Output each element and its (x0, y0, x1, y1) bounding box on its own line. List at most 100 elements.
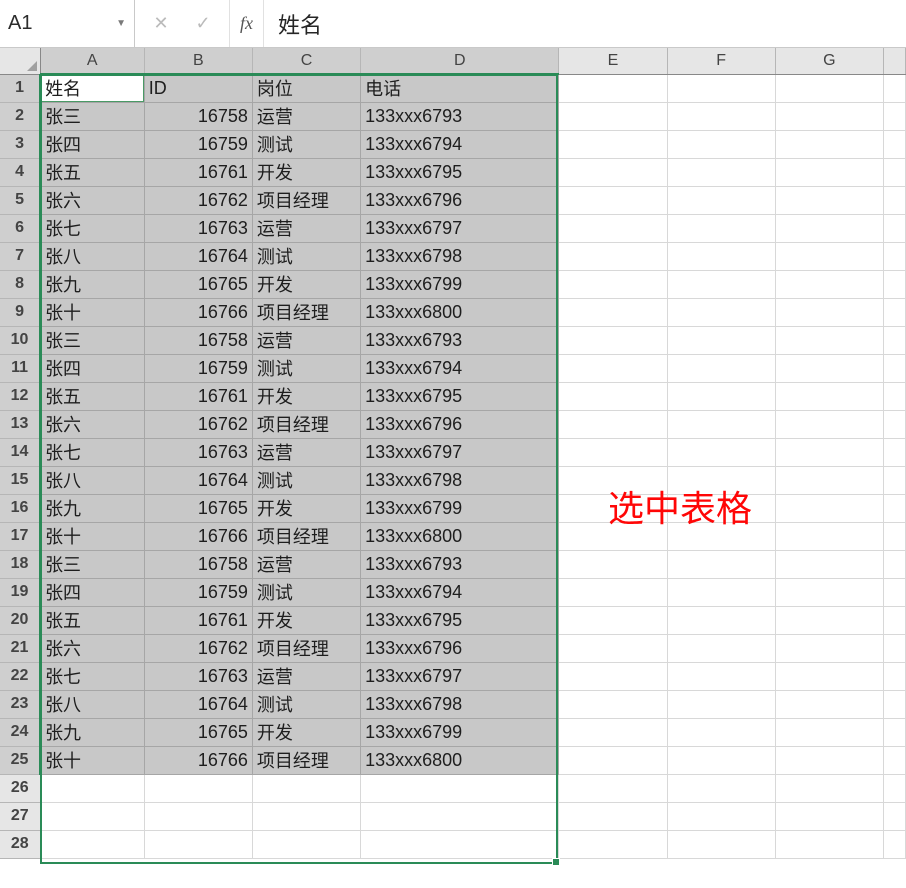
cell[interactable]: 133xxx6796 (361, 410, 559, 438)
cell[interactable]: 开发 (252, 382, 360, 410)
cell[interactable]: 133xxx6795 (361, 382, 559, 410)
cell[interactable]: 133xxx6794 (361, 578, 559, 606)
cell[interactable] (883, 578, 905, 606)
cell[interactable]: 测试 (252, 690, 360, 718)
cell[interactable]: 张四 (40, 578, 144, 606)
cell[interactable] (361, 830, 559, 858)
cell[interactable] (667, 214, 775, 242)
cell[interactable] (883, 606, 905, 634)
column-header-D[interactable]: D (361, 48, 559, 74)
cell[interactable] (775, 130, 883, 158)
cell[interactable] (559, 606, 667, 634)
row-header-12[interactable]: 12 (0, 382, 40, 410)
cell[interactable] (883, 550, 905, 578)
row-header-9[interactable]: 9 (0, 298, 40, 326)
cell[interactable] (559, 550, 667, 578)
cell[interactable]: 张八 (40, 242, 144, 270)
cell[interactable] (883, 690, 905, 718)
cell[interactable]: 张九 (40, 270, 144, 298)
cell[interactable] (883, 746, 905, 774)
cell[interactable]: 姓名 (40, 74, 144, 102)
cell[interactable] (775, 662, 883, 690)
cell[interactable] (775, 830, 883, 858)
cell[interactable] (559, 382, 667, 410)
cell[interactable] (559, 326, 667, 354)
row-header-10[interactable]: 10 (0, 326, 40, 354)
cell[interactable] (883, 74, 905, 102)
cell[interactable]: 运营 (252, 214, 360, 242)
cell[interactable] (667, 718, 775, 746)
cell[interactable]: 16759 (144, 354, 252, 382)
cell[interactable]: 项目经理 (252, 634, 360, 662)
cell[interactable]: 开发 (252, 718, 360, 746)
cell[interactable] (144, 802, 252, 830)
cell[interactable] (361, 802, 559, 830)
cell[interactable]: 项目经理 (252, 410, 360, 438)
cell[interactable] (775, 690, 883, 718)
cell[interactable] (559, 634, 667, 662)
cell[interactable]: 133xxx6793 (361, 326, 559, 354)
cell[interactable] (883, 326, 905, 354)
cell[interactable]: 16764 (144, 466, 252, 494)
cell[interactable] (883, 774, 905, 802)
cell[interactable] (559, 718, 667, 746)
cell[interactable] (559, 410, 667, 438)
cell[interactable]: 133xxx6794 (361, 354, 559, 382)
cell[interactable] (883, 662, 905, 690)
cell[interactable] (559, 774, 667, 802)
cell[interactable] (883, 830, 905, 858)
cell[interactable] (883, 466, 905, 494)
cell[interactable]: 运营 (252, 662, 360, 690)
cell[interactable]: 张十 (40, 298, 144, 326)
cell[interactable]: 133xxx6799 (361, 270, 559, 298)
cell[interactable] (559, 690, 667, 718)
cell[interactable]: 133xxx6800 (361, 746, 559, 774)
cell[interactable]: 测试 (252, 242, 360, 270)
cell[interactable]: 133xxx6793 (361, 550, 559, 578)
cell[interactable] (883, 158, 905, 186)
cell[interactable] (667, 830, 775, 858)
cell[interactable]: 16762 (144, 186, 252, 214)
row-header-5[interactable]: 5 (0, 186, 40, 214)
name-box[interactable]: A1 ▼ (0, 0, 135, 47)
column-header-A[interactable]: A (40, 48, 144, 74)
cell[interactable]: 133xxx6797 (361, 662, 559, 690)
cell[interactable]: 16764 (144, 242, 252, 270)
cell[interactable] (559, 74, 667, 102)
cell[interactable] (667, 326, 775, 354)
cell[interactable] (775, 214, 883, 242)
cell[interactable]: 张三 (40, 550, 144, 578)
cell[interactable]: 张七 (40, 214, 144, 242)
cell[interactable] (667, 550, 775, 578)
cell[interactable]: 16758 (144, 326, 252, 354)
cell[interactable]: 项目经理 (252, 746, 360, 774)
row-header-1[interactable]: 1 (0, 74, 40, 102)
cell[interactable]: 张六 (40, 186, 144, 214)
cell[interactable] (667, 802, 775, 830)
cell[interactable]: 张八 (40, 466, 144, 494)
cell[interactable] (775, 466, 883, 494)
cell[interactable] (775, 242, 883, 270)
cell[interactable]: 133xxx6793 (361, 102, 559, 130)
cell[interactable]: 16761 (144, 158, 252, 186)
cell[interactable]: 测试 (252, 130, 360, 158)
cell[interactable]: 16762 (144, 410, 252, 438)
cell[interactable]: 项目经理 (252, 522, 360, 550)
cell[interactable] (775, 354, 883, 382)
cell[interactable] (559, 214, 667, 242)
cell[interactable] (883, 494, 905, 522)
column-header-end[interactable] (883, 48, 905, 74)
cell[interactable]: 16758 (144, 550, 252, 578)
cell[interactable]: 16765 (144, 718, 252, 746)
row-header-23[interactable]: 23 (0, 690, 40, 718)
cell[interactable]: 张三 (40, 102, 144, 130)
cell[interactable] (559, 242, 667, 270)
cell[interactable]: 开发 (252, 606, 360, 634)
cell[interactable] (883, 634, 905, 662)
cell[interactable]: 133xxx6799 (361, 718, 559, 746)
cell[interactable] (883, 270, 905, 298)
row-header-18[interactable]: 18 (0, 550, 40, 578)
cell[interactable] (559, 438, 667, 466)
row-header-22[interactable]: 22 (0, 662, 40, 690)
cell[interactable] (775, 494, 883, 522)
